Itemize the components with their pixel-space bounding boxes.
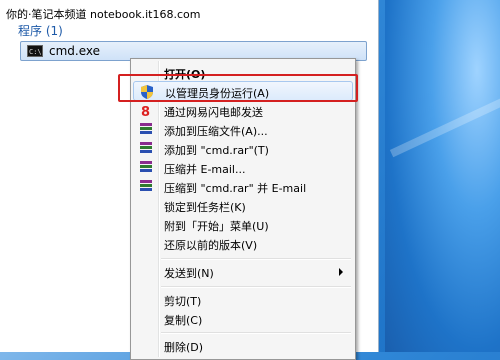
menu-item-restore-versions[interactable]: 还原以前的版本(V) <box>133 234 353 254</box>
menu-item-send-to[interactable]: 发送到(N) <box>133 262 353 282</box>
watermark-text: 你的·笔记本频道 notebook.it168.com <box>6 8 201 21</box>
menu-item-compress-email[interactable]: 压缩并 E-mail... <box>133 158 353 178</box>
menu-item-pin-start[interactable]: 附到「开始」菜单(U) <box>133 215 353 235</box>
menu-item-label: 剪切(T) <box>164 295 202 308</box>
menu-item-label: 添加到压缩文件(A)... <box>164 125 268 138</box>
menu-item-label: 附到「开始」菜单(U) <box>164 220 269 233</box>
mail-icon: 8 <box>138 103 154 120</box>
menu-item-label: 添加到 "cmd.rar"(T) <box>164 144 269 157</box>
menu-item-pin-taskbar[interactable]: 锁定到任务栏(K) <box>133 196 353 216</box>
menu-item-send-via-mail[interactable]: 8 通过网易闪电邮发送 <box>133 101 353 121</box>
menu-item-label: 还原以前的版本(V) <box>164 239 258 252</box>
menu-item-label: 发送到(N) <box>164 267 214 280</box>
svg-text:8: 8 <box>141 105 150 119</box>
winrar-icon <box>138 122 154 138</box>
submenu-arrow-icon <box>339 268 343 276</box>
menu-item-label: 锁定到任务栏(K) <box>164 201 246 214</box>
wallpaper-streak <box>389 90 500 158</box>
menu-separator <box>161 286 351 288</box>
winrar-icon <box>138 141 154 157</box>
menu-item-copy[interactable]: 复制(C) <box>133 309 353 329</box>
menu-item-label: 通过网易闪电邮发送 <box>164 106 263 119</box>
menu-item-cut[interactable]: 剪切(T) <box>133 290 353 310</box>
menu-item-compress-to-cmd-rar-email[interactable]: 压缩到 "cmd.rar" 并 E-mail <box>133 177 353 197</box>
context-menu: 打开(O) 以管理员身份运行(A) 8 通过网易闪电邮发送 添加到压缩文件(A)… <box>130 58 356 360</box>
menu-separator <box>161 332 351 334</box>
menu-item-label: 压缩到 "cmd.rar" 并 E-mail <box>164 182 307 195</box>
desktop-background <box>385 0 500 352</box>
menu-item-label: 删除(D) <box>164 341 204 354</box>
menu-item-label: 压缩并 E-mail... <box>164 163 246 176</box>
menu-item-add-to-archive[interactable]: 添加到压缩文件(A)... <box>133 120 353 140</box>
winrar-icon <box>138 179 154 195</box>
result-item-label: cmd.exe <box>49 44 101 58</box>
menu-separator <box>161 258 351 260</box>
menu-item-label: 复制(C) <box>164 314 203 327</box>
cmd-icon: C:\ <box>27 45 43 57</box>
menu-item-add-to-cmd-rar[interactable]: 添加到 "cmd.rar"(T) <box>133 139 353 159</box>
results-section-title: 程序 (1) <box>18 24 63 38</box>
winrar-icon <box>138 160 154 176</box>
menu-item-delete[interactable]: 删除(D) <box>133 336 353 356</box>
highlight-annotation-box <box>118 74 358 102</box>
